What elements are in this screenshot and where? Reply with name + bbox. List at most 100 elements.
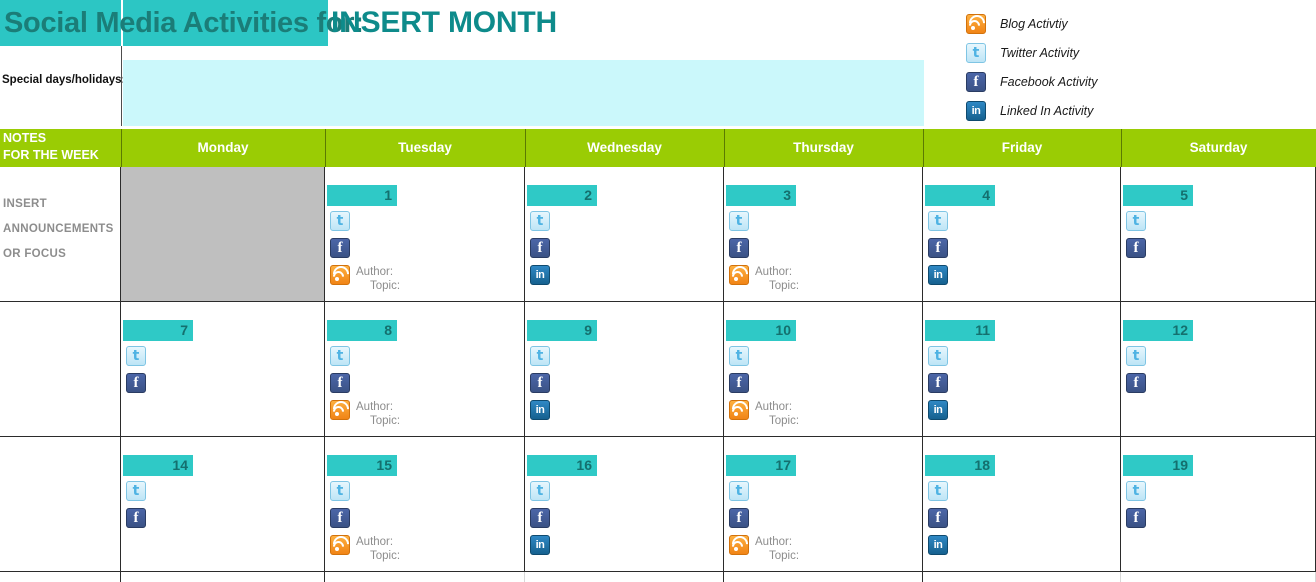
day-cell-partial[interactable] (724, 572, 923, 582)
day-cell[interactable]: 2 t f in (525, 167, 724, 301)
day-cell[interactable]: 11 t f in (923, 302, 1121, 436)
activity-row[interactable]: Author: Topic: (728, 397, 799, 428)
date-badge: 10 (726, 320, 796, 341)
blog-entry-fields[interactable]: Author: Topic: (755, 265, 799, 293)
date-badge: 8 (327, 320, 397, 341)
day-header-separator (724, 129, 725, 167)
activity-row[interactable]: f (530, 238, 550, 265)
facebook-icon: f (530, 373, 550, 393)
activity-row[interactable]: in (928, 400, 948, 427)
activity-icon-list: t f in (928, 346, 948, 427)
activity-row[interactable]: t (928, 481, 948, 508)
activity-row[interactable]: f (729, 373, 799, 400)
activity-row[interactable]: f (1126, 373, 1146, 400)
twitter-icon: t (928, 481, 948, 501)
week-notes-cell[interactable] (0, 572, 121, 582)
activity-row[interactable]: f (928, 373, 948, 400)
activity-row[interactable]: in (928, 265, 948, 292)
activity-row[interactable]: t (330, 481, 400, 508)
rss-icon (329, 262, 353, 286)
activity-row[interactable]: t (729, 346, 799, 373)
activity-row[interactable]: f (1126, 508, 1146, 535)
day-cell[interactable]: 4 t f in (923, 167, 1121, 301)
activity-row[interactable]: t (729, 481, 799, 508)
day-cell[interactable]: 16 t f in (525, 437, 724, 571)
day-cell-partial[interactable] (121, 572, 325, 582)
activity-row[interactable]: t (530, 211, 550, 238)
activity-row[interactable]: t (330, 346, 400, 373)
blog-entry-fields[interactable]: Author: Topic: (755, 400, 799, 428)
activity-row[interactable]: t (530, 481, 550, 508)
activity-row[interactable]: Author: Topic: (728, 262, 799, 293)
activity-row[interactable]: f (729, 238, 799, 265)
activity-row[interactable]: t (928, 346, 948, 373)
activity-row[interactable]: t (1126, 211, 1146, 238)
activity-row[interactable]: in (530, 535, 550, 562)
activity-row[interactable]: t (330, 211, 400, 238)
activity-row[interactable]: f (729, 508, 799, 535)
day-cell[interactable]: 12 t f (1121, 302, 1316, 436)
activity-row[interactable]: f (928, 508, 948, 535)
activity-row[interactable]: f (928, 238, 948, 265)
activity-row[interactable]: in (928, 535, 948, 562)
week-notes-cell[interactable] (0, 437, 121, 571)
day-cell[interactable]: 15 t f Author: Topic: (325, 437, 525, 571)
day-cell[interactable]: 1 t f Author: Topic: (325, 167, 525, 301)
blog-entry-fields[interactable]: Author: Topic: (755, 535, 799, 563)
activity-row[interactable]: f (530, 373, 550, 400)
activity-row[interactable]: t (126, 346, 146, 373)
activity-row[interactable]: in (530, 265, 550, 292)
activity-row[interactable]: t (126, 481, 146, 508)
activity-row[interactable]: Author: Topic: (329, 532, 400, 563)
activity-row[interactable]: f (126, 373, 146, 400)
day-cell-partial[interactable] (325, 572, 525, 582)
day-cell[interactable]: 5 tf (1121, 167, 1316, 301)
activity-row[interactable]: f (330, 238, 400, 265)
blog-entry-fields[interactable]: Author: Topic: (356, 535, 400, 563)
day-cell[interactable]: 17 t f Author: Topic: (724, 437, 923, 571)
week-notes-cell[interactable] (0, 302, 121, 436)
date-badge: 16 (527, 455, 597, 476)
activity-row[interactable]: f (330, 373, 400, 400)
activity-icon-list: tf (126, 346, 146, 400)
activity-row[interactable]: f (530, 508, 550, 535)
activity-row[interactable]: t (1126, 346, 1146, 373)
activity-row[interactable]: t (1126, 481, 1146, 508)
activity-row[interactable]: f (330, 508, 400, 535)
activity-row[interactable]: f (126, 508, 146, 535)
day-cell[interactable]: 10 t f Author: Topic: (724, 302, 923, 436)
week-notes-cell[interactable]: INSERT ANNOUNCEMENTS OR FOCUS (0, 167, 121, 301)
activity-row[interactable]: Author: Topic: (329, 397, 400, 428)
facebook-icon: f (530, 238, 550, 258)
activity-row[interactable]: t (928, 211, 948, 238)
day-cell-empty[interactable] (121, 167, 325, 301)
blog-entry-fields[interactable]: Author: Topic: (356, 265, 400, 293)
date-badge: 3 (726, 185, 796, 206)
activity-row[interactable]: Author: Topic: (329, 262, 400, 293)
day-cell[interactable]: 9 t f in (525, 302, 724, 436)
week-row: 7 t f 8 t f Author: Topic: 9 t f in 10 t f Author: Topic… (0, 302, 1316, 437)
day-header-separator (525, 129, 526, 167)
day-header-tuesday: Tuesday (398, 140, 452, 155)
facebook-icon: f (126, 373, 146, 393)
day-cell[interactable]: 3 t f Author: Topic: (724, 167, 923, 301)
day-cell-partial[interactable] (1121, 572, 1316, 582)
activity-row[interactable]: in (530, 400, 550, 427)
day-cell[interactable]: 19 t f (1121, 437, 1316, 571)
activity-row[interactable]: t (729, 211, 799, 238)
special-days-input[interactable] (123, 60, 924, 126)
day-cell[interactable]: 7 tf (121, 302, 325, 436)
day-cell[interactable]: 8 t f Author: Topic: (325, 302, 525, 436)
day-cell[interactable]: 18 t f in (923, 437, 1121, 571)
day-cell[interactable]: 14 t f (121, 437, 325, 571)
day-cell-partial[interactable] (923, 572, 1121, 582)
activity-row[interactable]: f (1126, 238, 1146, 265)
month-placeholder[interactable]: INSERT MONTH (331, 2, 557, 44)
legend-item-twitter: t Twitter Activity (966, 41, 1296, 65)
day-cell-partial[interactable] (525, 572, 724, 582)
blog-entry-fields[interactable]: Author: Topic: (356, 400, 400, 428)
rss-icon (728, 262, 752, 286)
facebook-icon: f (330, 373, 350, 393)
activity-row[interactable]: Author: Topic: (728, 532, 799, 563)
activity-row[interactable]: t (530, 346, 550, 373)
